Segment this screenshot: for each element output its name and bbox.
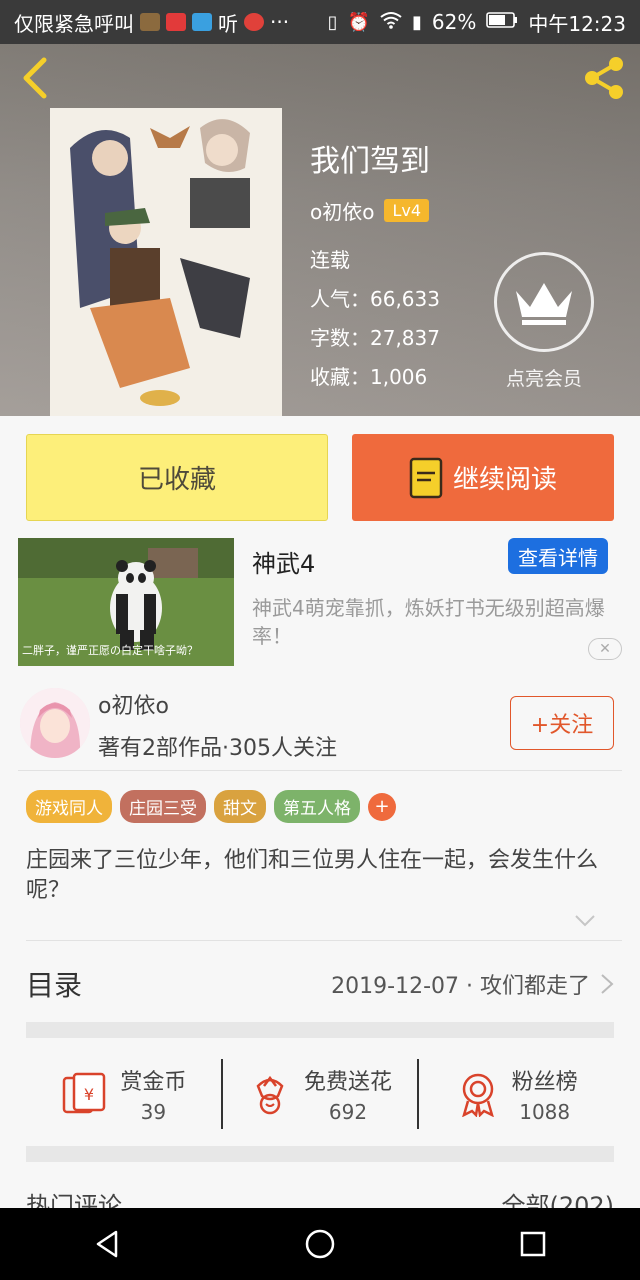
status-bar: 仅限紧急呼叫 听 ··· ▯ ⏰ ▮ 62% 中午12:23 xyxy=(0,0,640,44)
section-separator xyxy=(26,1022,614,1038)
tag-list: 游戏同人 庄园三受 甜文 第五人格 + xyxy=(26,790,396,823)
book-status: 连载 xyxy=(310,248,350,272)
book-detail-content: 已收藏 继续阅读 二胖子，谨严正愿の白定干啥子呦？ 神武4 查看详情 神武4萌宠… xyxy=(0,416,640,1220)
fans-stat[interactable]: 粉丝榜 1088 xyxy=(419,1056,614,1132)
alarm-icon: ⏰ xyxy=(347,11,370,33)
ad-title[interactable]: 神武4 xyxy=(252,544,315,579)
popularity-stat: 人气：66,633 xyxy=(310,283,440,312)
crown-icon xyxy=(516,283,572,325)
back-button[interactable] xyxy=(16,56,56,100)
app-icon-toutiao xyxy=(166,13,186,31)
continue-reading-label: 继续阅读 xyxy=(452,465,557,495)
more-dots: ··· xyxy=(270,10,290,34)
toc-label: 目录 xyxy=(26,969,83,1002)
fans-value: 1088 xyxy=(519,1100,571,1124)
coin-label: 赏金币 xyxy=(120,1070,187,1095)
favorites-value: 1,006 xyxy=(370,365,428,389)
author-row[interactable]: o初依o Lv4 xyxy=(310,196,430,225)
app-icon-game xyxy=(140,13,160,31)
clock: 中午12:23 xyxy=(528,11,626,36)
close-icon: ✕ xyxy=(599,641,611,657)
member-label: 点亮会员 xyxy=(505,368,582,390)
nav-recents-button[interactable] xyxy=(497,1208,569,1280)
sim-icon: ▮ xyxy=(412,11,422,33)
flower-value: 692 xyxy=(328,1100,368,1124)
fans-label: 粉丝榜 xyxy=(511,1070,578,1095)
ad-image-caption: 二胖子，谨严正愿の白定干啥子呦？ xyxy=(22,644,198,657)
author-avatar[interactable] xyxy=(20,688,90,758)
svg-text:¥: ¥ xyxy=(84,1085,94,1104)
back-triangle-icon xyxy=(96,1230,117,1258)
coin-value: 39 xyxy=(140,1100,167,1124)
divider xyxy=(18,770,622,771)
chevron-down-icon[interactable] xyxy=(574,914,596,928)
follow-button[interactable]: +关注 xyxy=(510,696,614,750)
battery-icon xyxy=(486,10,518,34)
author-name[interactable]: o初依o xyxy=(310,196,374,225)
synopsis: 庄园来了三位少年，他们和三位男人住在一起，会发生什么呢？ xyxy=(26,848,599,903)
section-separator xyxy=(26,1146,614,1162)
latest-chapter: 2019-12-07 · 攻们都走了 xyxy=(331,974,590,999)
tag[interactable]: 庄园三受 xyxy=(120,790,206,823)
flower-icon xyxy=(256,1075,284,1115)
carrier-text: 仅限紧急呼叫 xyxy=(14,11,134,36)
member-button[interactable] xyxy=(494,252,594,352)
wifi-icon xyxy=(380,11,402,34)
avatar-illustration xyxy=(20,688,90,758)
share-icon xyxy=(585,57,623,99)
tag[interactable]: 游戏同人 xyxy=(26,790,112,823)
word-count-stat: 字数：27,837 xyxy=(310,322,440,351)
word-count-value: 27,837 xyxy=(370,326,440,350)
share-button[interactable] xyxy=(580,54,628,102)
system-navigation-bar xyxy=(0,1208,640,1280)
ad-detail-button[interactable]: 查看详情 xyxy=(508,538,608,574)
level-badge: Lv4 xyxy=(384,199,430,222)
word-count-label: 字数： xyxy=(310,326,370,350)
ad-description[interactable]: 神武4萌宠靠抓，炼妖打书无级别超高爆率！ xyxy=(252,594,616,650)
book-cover[interactable] xyxy=(50,108,282,416)
recents-square-icon xyxy=(521,1231,546,1257)
divider xyxy=(26,940,622,941)
tag[interactable]: 甜文 xyxy=(214,790,266,823)
add-tag-button[interactable]: + xyxy=(368,792,396,821)
battery-percent: 62% xyxy=(431,10,477,34)
book-icon xyxy=(409,457,443,498)
coin-stat[interactable]: ¥ 赏金币 39 xyxy=(26,1056,221,1132)
ad-image[interactable]: 二胖子，谨严正愿の白定干啥子呦？ xyxy=(18,538,234,666)
popularity-value: 66,633 xyxy=(370,287,440,311)
listen-text: 听 xyxy=(218,11,238,36)
author-card-name[interactable]: o初依o xyxy=(98,688,169,720)
red-envelope-icon: ¥ xyxy=(63,1072,106,1114)
book-title: 我们驾到 xyxy=(310,144,430,179)
flower-label: 免费送花 xyxy=(304,1070,393,1095)
favorites-stat: 收藏：1,006 xyxy=(310,361,427,390)
table-of-contents-row[interactable]: 目录 2019-12-07 · 攻们都走了 xyxy=(26,964,614,1004)
ad-close-button[interactable]: ✕ xyxy=(588,638,622,660)
support-stats: ¥ 赏金币 39 免费送花 692 粉丝榜 1088 xyxy=(26,1056,614,1132)
back-arrow-icon xyxy=(23,57,47,99)
home-circle-icon xyxy=(305,1229,335,1259)
app-icon-red xyxy=(244,13,264,31)
nav-home-button[interactable] xyxy=(284,1208,356,1280)
author-card-stats: 著有2部作品·305人关注 xyxy=(98,736,337,761)
flower-stat[interactable]: 免费送花 692 xyxy=(223,1056,418,1132)
app-icon-telegram xyxy=(192,13,212,31)
nav-back-button[interactable] xyxy=(71,1208,143,1280)
tag[interactable]: 第五人格 xyxy=(274,790,360,823)
vibrate-icon: ▯ xyxy=(327,11,338,33)
continue-reading-button[interactable]: 继续阅读 xyxy=(352,434,614,521)
collected-button[interactable]: 已收藏 xyxy=(26,434,328,521)
medal-icon xyxy=(461,1073,494,1117)
chevron-right-icon xyxy=(601,974,614,994)
popularity-label: 人气： xyxy=(310,287,370,311)
favorites-label: 收藏： xyxy=(310,365,370,389)
cover-illustration xyxy=(50,108,282,416)
